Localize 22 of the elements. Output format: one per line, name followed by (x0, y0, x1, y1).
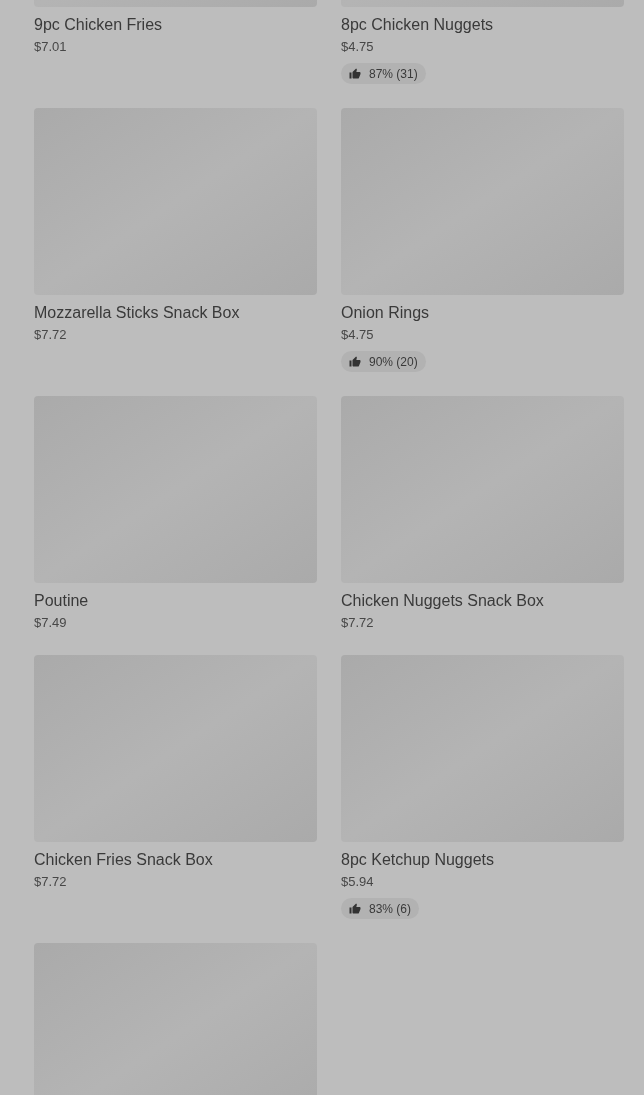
item-name: Onion Rings (341, 303, 431, 323)
rating-badge: 83% (6) (341, 898, 420, 919)
item-price: $7.49 (34, 615, 68, 631)
rating-badge: 90% (20) (341, 351, 426, 372)
item-name: Chicken Fries Snack Box (34, 850, 214, 870)
item-name: Poutine (34, 591, 90, 611)
thumbs-up-icon (349, 355, 361, 368)
item-price: $7.72 (341, 615, 375, 631)
item-name: 8pc Ketchup Nuggets (341, 850, 495, 870)
thumbs-up-icon (349, 902, 361, 915)
item-price: $7.72 (34, 874, 68, 890)
item-name: 9pc Chicken Fries (34, 15, 164, 35)
rating-badge: 87% (31) (341, 63, 426, 84)
item-name: 8pc Chicken Nuggets (341, 15, 495, 35)
item-name: Chicken Nuggets Snack Box (341, 591, 545, 611)
item-price: $4.75 (341, 39, 375, 55)
item-price: $5.94 (341, 874, 375, 890)
item-name: Mozzarella Sticks Snack Box (34, 303, 241, 323)
thumbs-up-icon (349, 67, 361, 80)
item-price: $7.72 (34, 327, 68, 343)
item-price: $7.01 (34, 39, 68, 55)
item-price: $4.75 (341, 327, 375, 343)
